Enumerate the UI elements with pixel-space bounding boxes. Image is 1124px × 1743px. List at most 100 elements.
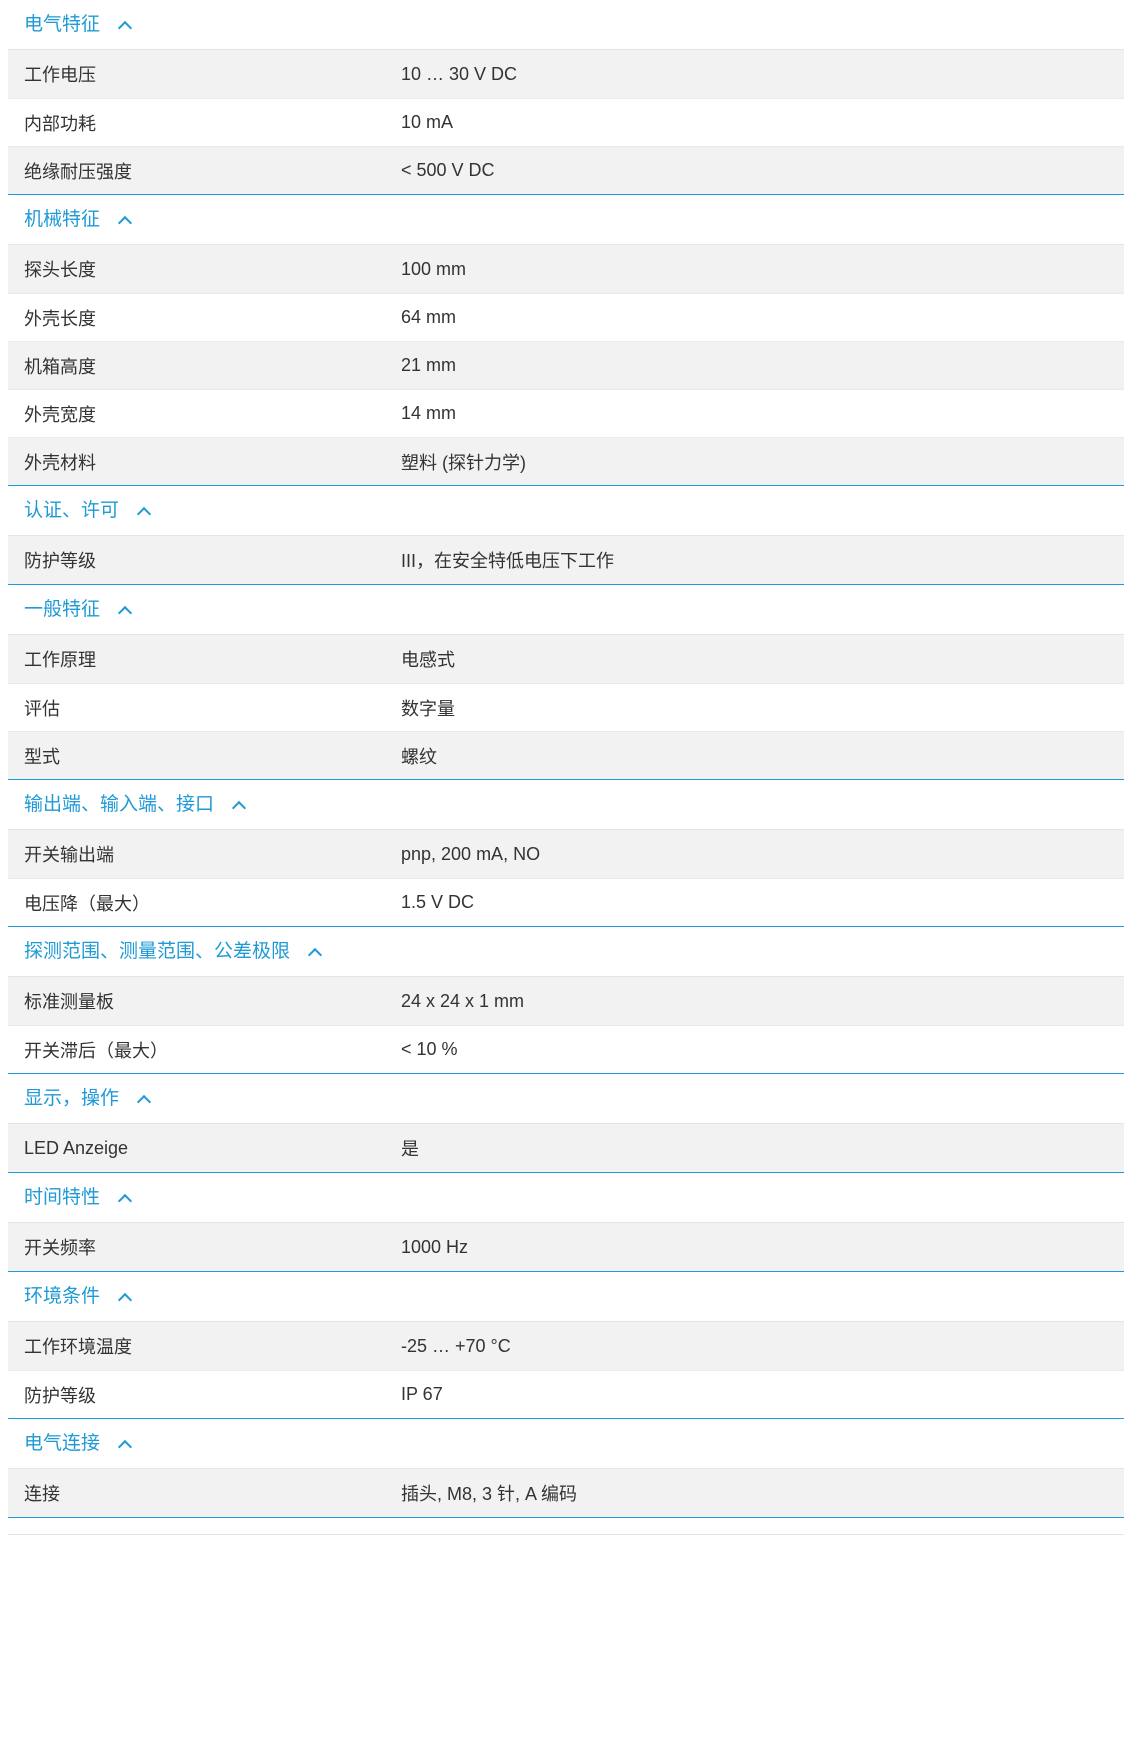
chevron-up-icon[interactable]	[117, 1193, 133, 1208]
spec-label: 防护等级	[24, 1385, 96, 1406]
spec-label: 开关频率	[24, 1238, 96, 1258]
spec-row: 评估 数字量	[8, 683, 1124, 731]
spec-label: 绝缘耐压强度	[24, 161, 132, 182]
section-header[interactable]: 一般特征	[8, 585, 1124, 635]
section-body: 工作电压 10 … 30 V DC 内部功耗 10 mA 绝缘耐压强度 < 500 V D…	[8, 50, 1124, 194]
spec-label: 探头长度	[24, 260, 96, 280]
spec-value: 塑料 (探针力学)	[401, 452, 526, 473]
spec-label: 防护等级	[24, 551, 96, 571]
spec-row: 绝缘耐压强度 < 500 V DC	[8, 146, 1124, 194]
spec-row: 机箱高度 21 mm	[8, 341, 1124, 389]
section-body: LED Anzeige 是	[8, 1124, 1124, 1172]
spec-row: 开关滞后（最大） < 10 %	[8, 1025, 1124, 1073]
spec-value: 电感式	[401, 650, 455, 670]
spec-label: 外壳材料	[24, 452, 96, 473]
spec-value: 100 mm	[401, 258, 467, 279]
section-body: 开关频率 1000 Hz	[8, 1223, 1124, 1271]
section-body: 连接 插头, M8, 3 针, A 编码	[8, 1469, 1124, 1517]
section-body: 探头长度 100 mm 外壳长度 64 mm 机箱高度 21 mm 外壳宽度 14 mm 外壳材…	[8, 245, 1124, 485]
spec-value: 10 … 30 V DC	[401, 63, 518, 84]
chevron-up-icon[interactable]	[117, 605, 133, 620]
spec-section: 显示，操作 LED Anzeige 是	[8, 1074, 1124, 1173]
spec-value: -25 … +70 °C	[401, 1335, 511, 1356]
section-title: 一般特征	[24, 599, 101, 620]
spec-label: 外壳长度	[24, 308, 96, 329]
spec-row: 开关输出端 pnp, 200 mA, NO	[8, 830, 1124, 878]
spec-row: 内部功耗 10 mA	[8, 98, 1124, 146]
spec-section: 机械特征探头长度 100 mm 外壳长度 64 mm 机箱高度 21 mm 外壳宽度 14 m…	[8, 195, 1124, 486]
chevron-up-icon[interactable]	[117, 215, 133, 230]
section-body: 工作原理 电感式评估 数字量型式 螺纹	[8, 635, 1124, 779]
spec-row: 工作电压 10 … 30 V DC	[8, 50, 1124, 98]
spec-row: 防护等级 III，在安全特低电压下工作	[8, 536, 1124, 584]
spec-value: 1000 Hz	[401, 1236, 469, 1257]
spec-label: 型式	[24, 746, 60, 767]
spec-value: < 500 V DC	[401, 160, 495, 180]
section-title: 认证、许可	[24, 500, 120, 521]
spec-value: 数字量	[401, 698, 455, 719]
chevron-up-icon[interactable]	[136, 1094, 152, 1109]
spec-label: 评估	[24, 698, 60, 719]
spec-section: 一般特征工作原理 电感式评估 数字量型式 螺纹	[8, 585, 1124, 780]
section-body: 防护等级 III，在安全特低电压下工作	[8, 536, 1124, 584]
section-header[interactable]: 电气连接	[8, 1419, 1124, 1469]
spec-row: 外壳材料 塑料 (探针力学)	[8, 437, 1124, 485]
spec-section: 输出端、输入端、接口 开关输出端 pnp, 200 mA, NO 电压降（最大） 1.5…	[8, 780, 1124, 927]
section-title: 时间特性	[24, 1187, 101, 1208]
spec-section: 环境条件工作环境温度 -25 … +70 °C 防护等级 IP 67	[8, 1272, 1124, 1419]
spec-row: 开关频率 1000 Hz	[8, 1223, 1124, 1271]
spec-row: 探头长度 100 mm	[8, 245, 1124, 293]
spec-row: 外壳长度 64 mm	[8, 293, 1124, 341]
spec-row: 防护等级 IP 67	[8, 1370, 1124, 1418]
section-title: 探测范围、测量范围、公差极限	[24, 941, 291, 962]
chevron-up-icon[interactable]	[117, 1292, 133, 1307]
section-header[interactable]: 显示，操作	[8, 1074, 1124, 1124]
chevron-up-icon[interactable]	[231, 800, 247, 815]
spec-value: pnp, 200 mA, NO	[401, 843, 541, 864]
spec-section: 电气特征工作电压 10 … 30 V DC 内部功耗 10 mA 绝缘耐压强度 < 500…	[8, 0, 1124, 195]
section-title: 环境条件	[24, 1286, 101, 1307]
spec-value: < 10 %	[401, 1039, 458, 1059]
spec-row: 工作环境温度 -25 … +70 °C	[8, 1322, 1124, 1370]
section-header[interactable]: 时间特性	[8, 1173, 1124, 1223]
spec-list: 电气特征工作电压 10 … 30 V DC 内部功耗 10 mA 绝缘耐压强度 < 500…	[0, 0, 1124, 1518]
chevron-up-icon[interactable]	[117, 1439, 133, 1454]
bottom-divider	[8, 1534, 1124, 1535]
spec-value: 14 mm	[401, 403, 457, 423]
spec-section: 电气连接连接 插头, M8, 3 针, A 编码	[8, 1419, 1124, 1518]
spec-label: 外壳宽度	[24, 404, 96, 425]
section-title: 输出端、输入端、接口	[24, 794, 215, 815]
spec-row: 外壳宽度 14 mm	[8, 389, 1124, 437]
spec-value: 21 mm	[401, 355, 457, 375]
spec-label: 连接	[24, 1484, 60, 1504]
spec-label: 开关输出端	[24, 845, 114, 865]
section-body: 工作环境温度 -25 … +70 °C 防护等级 IP 67	[8, 1322, 1124, 1418]
spec-value: 10 mA	[401, 112, 454, 132]
spec-row: 型式 螺纹	[8, 731, 1124, 779]
spec-label: 内部功耗	[24, 113, 96, 134]
spec-value: 1.5 V DC	[401, 892, 475, 912]
spec-value: 是	[401, 1139, 419, 1159]
section-header[interactable]: 输出端、输入端、接口	[8, 780, 1124, 830]
section-title: 电气连接	[24, 1433, 101, 1454]
spec-value: 插头, M8, 3 针, A 编码	[401, 1484, 578, 1504]
section-header[interactable]: 探测范围、测量范围、公差极限	[8, 927, 1124, 977]
spec-label: LED Anzeige	[24, 1137, 129, 1158]
spec-label: 开关滞后（最大）	[24, 1040, 168, 1061]
spec-value: 24 x 24 x 1 mm	[401, 990, 525, 1011]
chevron-up-icon[interactable]	[117, 20, 133, 35]
spec-section: 认证、许可防护等级 III，在安全特低电压下工作	[8, 486, 1124, 585]
spec-label: 工作原理	[24, 650, 96, 670]
spec-label: 工作环境温度	[24, 1337, 132, 1357]
chevron-up-icon[interactable]	[136, 506, 152, 521]
spec-row: 工作原理 电感式	[8, 635, 1124, 683]
section-header[interactable]: 机械特征	[8, 195, 1124, 245]
spec-value: III，在安全特低电压下工作	[401, 551, 615, 571]
spec-value: IP 67	[401, 1384, 443, 1404]
section-header[interactable]: 环境条件	[8, 1272, 1124, 1322]
section-header[interactable]: 电气特征	[8, 0, 1124, 50]
chevron-up-icon[interactable]	[307, 947, 323, 962]
section-body: 开关输出端 pnp, 200 mA, NO 电压降（最大） 1.5 V DC	[8, 830, 1124, 926]
section-title: 电气特征	[24, 14, 101, 35]
section-header[interactable]: 认证、许可	[8, 486, 1124, 536]
